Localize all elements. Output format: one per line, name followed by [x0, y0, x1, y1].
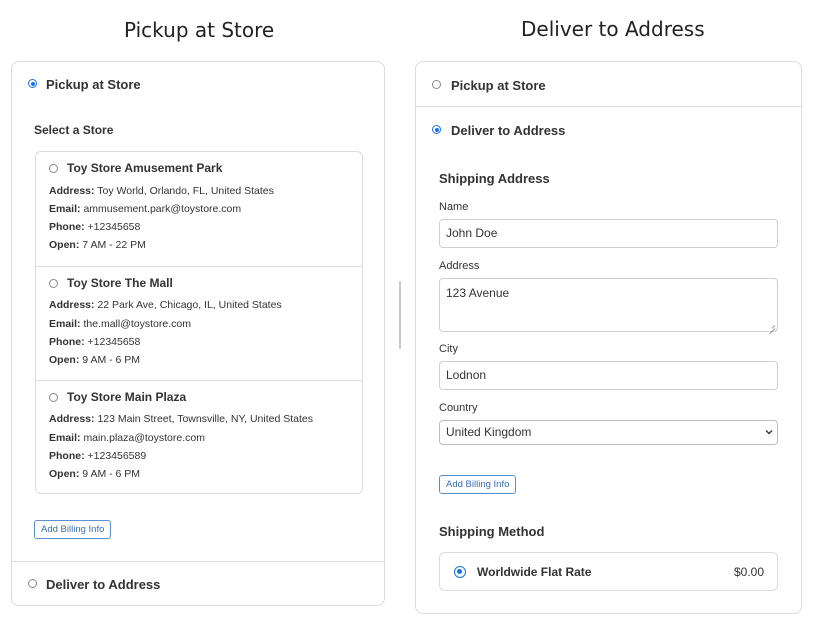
store-phone: Phone: +123456589: [49, 450, 147, 462]
address-value: 123 Avenue: [446, 286, 510, 300]
option-divider: [12, 561, 384, 562]
store-address: Address: Toy World, Orlando, FL, United …: [49, 185, 274, 197]
store-radio[interactable]: [49, 279, 58, 288]
chevron-down-icon: [765, 430, 773, 435]
city-field[interactable]: Lodnon: [439, 361, 778, 390]
shipping-address-title: Shipping Address: [439, 171, 550, 186]
pickup-panel: Pickup at Store Select a Store Toy Store…: [11, 61, 385, 606]
store-name: Toy Store Main Plaza: [67, 390, 187, 404]
store-list: Toy Store Amusement Park Address: Toy Wo…: [35, 151, 363, 494]
store-option-main-plaza[interactable]: Toy Store Main Plaza Address: 123 Main S…: [36, 381, 362, 493]
store-hours: Open: 7 AM - 22 PM: [49, 239, 146, 251]
pickup-option-label[interactable]: Pickup at Store: [451, 78, 546, 93]
pickup-option-label[interactable]: Pickup at Store: [46, 77, 141, 92]
store-hours: Open: 9 AM - 6 PM: [49, 468, 141, 480]
shipping-method-name: Worldwide Flat Rate: [477, 565, 592, 579]
textarea-resize-grip[interactable]: [769, 323, 775, 329]
deliver-radio[interactable]: [432, 125, 441, 134]
pickup-radio[interactable]: [432, 80, 441, 89]
shipping-method-radio[interactable]: [454, 566, 466, 578]
city-label: City: [439, 343, 458, 355]
shipping-method-price: $0.00: [733, 565, 764, 579]
store-email: Email: main.plaza@toystore.com: [49, 432, 205, 444]
store-option-the-mall[interactable]: Toy Store The Mall Address: 22 Park Ave,…: [36, 267, 362, 381]
store-hours: Open: 9 AM - 6 PM: [49, 354, 141, 366]
pickup-column-title: Pickup at Store: [124, 18, 275, 42]
store-email: Email: the.mall@toystore.com: [49, 318, 191, 330]
resize-handle[interactable]: [399, 281, 401, 349]
pickup-radio[interactable]: [28, 79, 37, 88]
option-divider: [416, 106, 801, 107]
name-field[interactable]: John Doe: [439, 219, 778, 248]
store-option-amusement-park[interactable]: Toy Store Amusement Park Address: Toy Wo…: [36, 152, 362, 266]
country-value: United Kingdom: [446, 425, 532, 439]
add-billing-info-button[interactable]: Add Billing Info: [439, 475, 517, 494]
country-label: Country: [439, 402, 478, 414]
store-radio[interactable]: [49, 164, 58, 173]
add-billing-info-button[interactable]: Add Billing Info: [34, 520, 112, 539]
store-name: Toy Store The Mall: [67, 276, 173, 290]
address-textarea[interactable]: 123 Avenue: [439, 278, 778, 332]
address-label: Address: [439, 260, 480, 272]
shipping-method-title: Shipping Method: [439, 524, 545, 539]
deliver-radio[interactable]: [28, 579, 37, 588]
name-label: Name: [439, 201, 469, 213]
store-email: Email: ammusement.park@toystore.com: [49, 203, 242, 215]
store-phone: Phone: +12345658: [49, 221, 141, 233]
store-name: Toy Store Amusement Park: [67, 161, 223, 175]
country-select[interactable]: United Kingdom: [439, 420, 778, 445]
deliver-column-title: Deliver to Address: [521, 17, 705, 41]
deliver-option-label[interactable]: Deliver to Address: [451, 123, 565, 138]
deliver-option-label[interactable]: Deliver to Address: [46, 577, 160, 592]
store-address: Address: 123 Main Street, Townsville, NY…: [49, 413, 313, 425]
select-store-title: Select a Store: [34, 123, 114, 137]
shipping-method-option[interactable]: Worldwide Flat Rate $0.00: [439, 552, 778, 591]
deliver-panel: Pickup at Store Deliver to Address Shipp…: [415, 61, 802, 614]
store-radio[interactable]: [49, 393, 58, 402]
store-phone: Phone: +12345658: [49, 336, 141, 348]
store-address: Address: 22 Park Ave, Chicago, IL, Unite…: [49, 299, 282, 311]
